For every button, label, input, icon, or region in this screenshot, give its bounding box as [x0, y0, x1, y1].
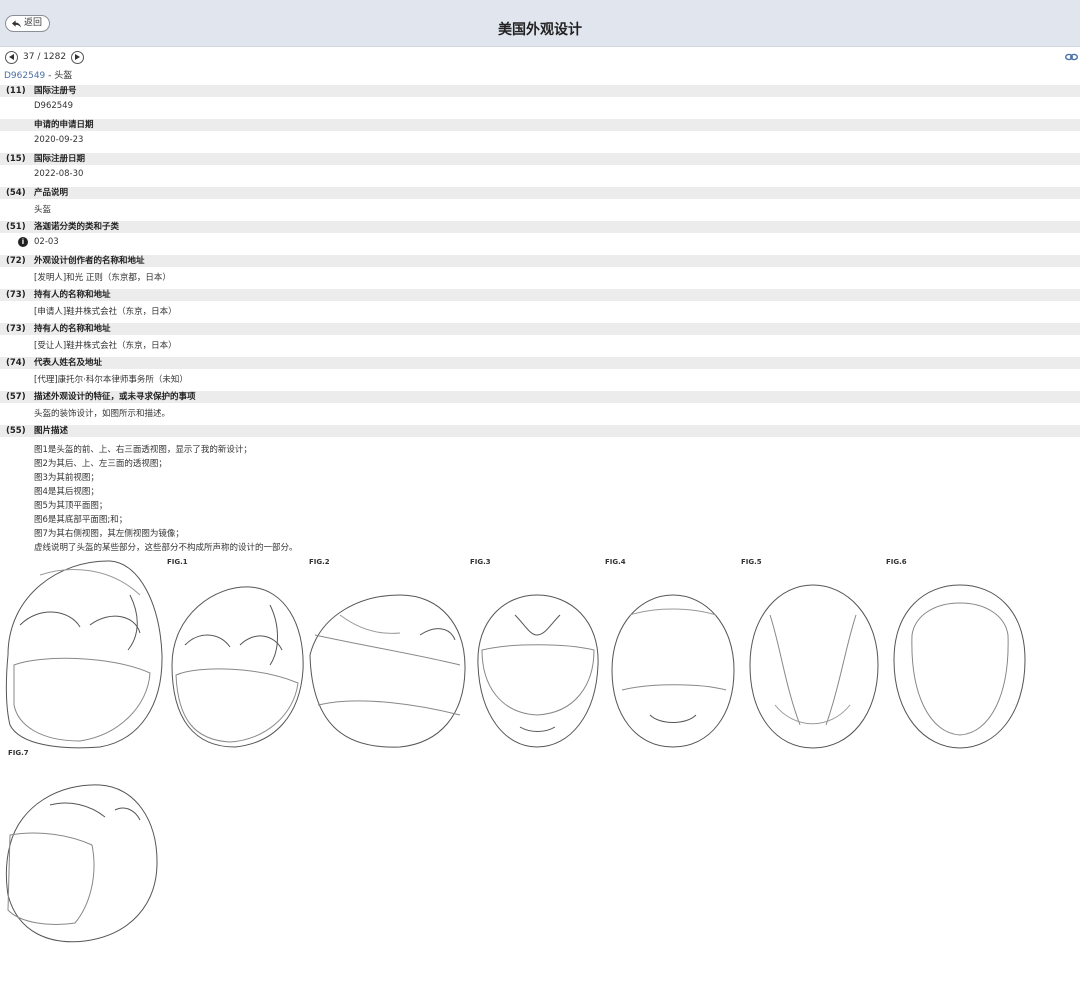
field-head-54: (54) 产品说明 [0, 187, 1080, 199]
field-value-text: 02-03 [34, 237, 59, 247]
field-value-15: 2022-08-30 [0, 165, 1080, 187]
pager-text: 37 / 1282 [23, 52, 67, 62]
helmet-fig5 [611, 594, 735, 748]
page-title: 美国外观设计 [498, 22, 582, 38]
field-code: (15) [6, 154, 26, 164]
field-value-72: [发明人]和光 正则（东京都，日本） [0, 267, 1080, 289]
figure-description-line: 图7为其右侧视图，其左侧视图为镜像； [34, 529, 184, 539]
helmet-side-view [5, 784, 158, 943]
field-label: 申请的申请日期 [34, 120, 94, 130]
field-value-text: D962549 [34, 101, 73, 111]
field-head-74: (74) 代表人姓名及地址 [0, 357, 1080, 369]
field-value-74: [代理]康托尔·科尔本律师事务所（未知） [0, 369, 1080, 391]
record-name: 头盔 [54, 71, 73, 81]
field-label: 洛迦诺分类的类和子类 [34, 222, 120, 232]
figure-description-line: 图6是其底部平面图;和； [34, 515, 128, 525]
field-label: 外观设计创作者的名称和地址 [34, 256, 145, 266]
field-head-55: (55) 图片描述 [0, 425, 1080, 437]
next-icon [75, 54, 81, 60]
field-value-text: [申请人]鞋井株式会社（东京，日本） [34, 307, 177, 317]
field-code: (55) [6, 426, 26, 436]
field-code: (72) [6, 256, 26, 266]
helmet-fig4 [477, 594, 599, 748]
next-button[interactable] [71, 50, 85, 64]
field-value-73b: [受让人]鞋井株式会社（东京，日本） [0, 335, 1080, 357]
figure-description-line: 图4是其后视图； [34, 487, 99, 497]
field-code: (73) [6, 290, 26, 300]
field-code: (57) [6, 392, 26, 402]
helmet-fig2 [171, 586, 304, 748]
field-head-filing-date: 申请的申请日期 [0, 119, 1080, 131]
prev-icon [9, 54, 14, 60]
field-code: (54) [6, 188, 26, 198]
figure-description-list: 图1是头盔的前、上、右三面透视图，显示了我的新设计； 图2为其后、上、左三面的透… [34, 443, 298, 555]
design-drawings: FIG.1 FIG.2 FIG.3 FIG.4 FIG.5 FIG.6 FIG.… [0, 555, 1080, 955]
field-head-11: (11) 国际注册号 [0, 85, 1080, 97]
field-value-text: [代理]康托尔·科尔本律师事务所（未知） [34, 375, 188, 385]
field-label: 图片描述 [34, 426, 69, 436]
field-label: 持有人的名称和地址 [34, 290, 111, 300]
field-label: 国际注册日期 [34, 154, 86, 164]
field-head-51: (51) 洛迦诺分类的类和子类 [0, 221, 1080, 233]
field-value-11: D962549 [0, 97, 1080, 119]
helmet-fig1 [5, 560, 163, 749]
figure-description-line: 图5为其顶平面图； [34, 501, 108, 511]
field-label: 持有人的名称和地址 [34, 324, 111, 334]
figure-description-line: 虚线说明了头盔的某些部分，这些部分不构成所声称的设计的一部分。 [34, 543, 298, 553]
top-bar: 返回 美国外观设计 [0, 0, 1080, 47]
field-head-15: (15) 国际注册日期 [0, 153, 1080, 165]
field-value-54: 头盔 [0, 199, 1080, 221]
record-reg-link[interactable]: D962549 [4, 71, 45, 81]
field-value-73a: [申请人]鞋井株式会社（东京，日本） [0, 301, 1080, 323]
field-code: (11) [6, 86, 26, 96]
field-value-text: 头盔的装饰设计，如图所示和描述。 [34, 409, 171, 419]
field-head-73a: (73) 持有人的名称和地址 [0, 289, 1080, 301]
figure-description-line: 图3为其前视图； [34, 473, 99, 483]
field-code: (73) [6, 324, 26, 334]
helmet-fig3 [309, 594, 466, 748]
helmet-drawings [5, 560, 1026, 943]
link-icon[interactable] [1065, 52, 1078, 62]
field-code: (51) [6, 222, 26, 232]
field-head-57: (57) 描述外观设计的特征，或未寻求保护的事项 [0, 391, 1080, 403]
figure-description-line: 图2为其后、上、左三面的透视图； [34, 459, 167, 469]
field-label: 国际注册号 [34, 86, 77, 96]
field-code: (74) [6, 358, 26, 368]
field-value-text: [受让人]鞋井株式会社（东京，日本） [34, 341, 177, 351]
field-value-filing-date: 2020-09-23 [0, 131, 1080, 153]
field-label: 代表人姓名及地址 [34, 358, 103, 368]
field-label: 描述外观设计的特征，或未寻求保护的事项 [34, 392, 196, 402]
field-value-text: 2020-09-23 [34, 135, 84, 145]
record-subtitle: D962549 - 头盔 [4, 71, 73, 81]
field-head-72: (72) 外观设计创作者的名称和地址 [0, 255, 1080, 267]
figure-description-line: 图1是头盔的前、上、右三面透视图，显示了我的新设计； [34, 445, 252, 455]
field-value-51: i 02-03 [0, 233, 1080, 255]
info-icon[interactable]: i [18, 237, 28, 247]
helmet-fig6 [749, 584, 879, 749]
prev-button[interactable] [5, 50, 18, 64]
field-value-57: 头盔的装饰设计，如图所示和描述。 [0, 403, 1080, 425]
field-value-text: 2022-08-30 [34, 169, 84, 179]
helmet-fig7-bottom [893, 584, 1026, 749]
field-label: 产品说明 [34, 188, 69, 198]
field-list: (11) 国际注册号 D962549 申请的申请日期 2020-09-23 (15… [0, 85, 1080, 437]
field-value-text: 头盔 [34, 205, 52, 215]
field-head-73b: (73) 持有人的名称和地址 [0, 323, 1080, 335]
field-value-text: [发明人]和光 正则（东京都，日本） [34, 273, 171, 283]
pager: 37 / 1282 [5, 49, 85, 65]
